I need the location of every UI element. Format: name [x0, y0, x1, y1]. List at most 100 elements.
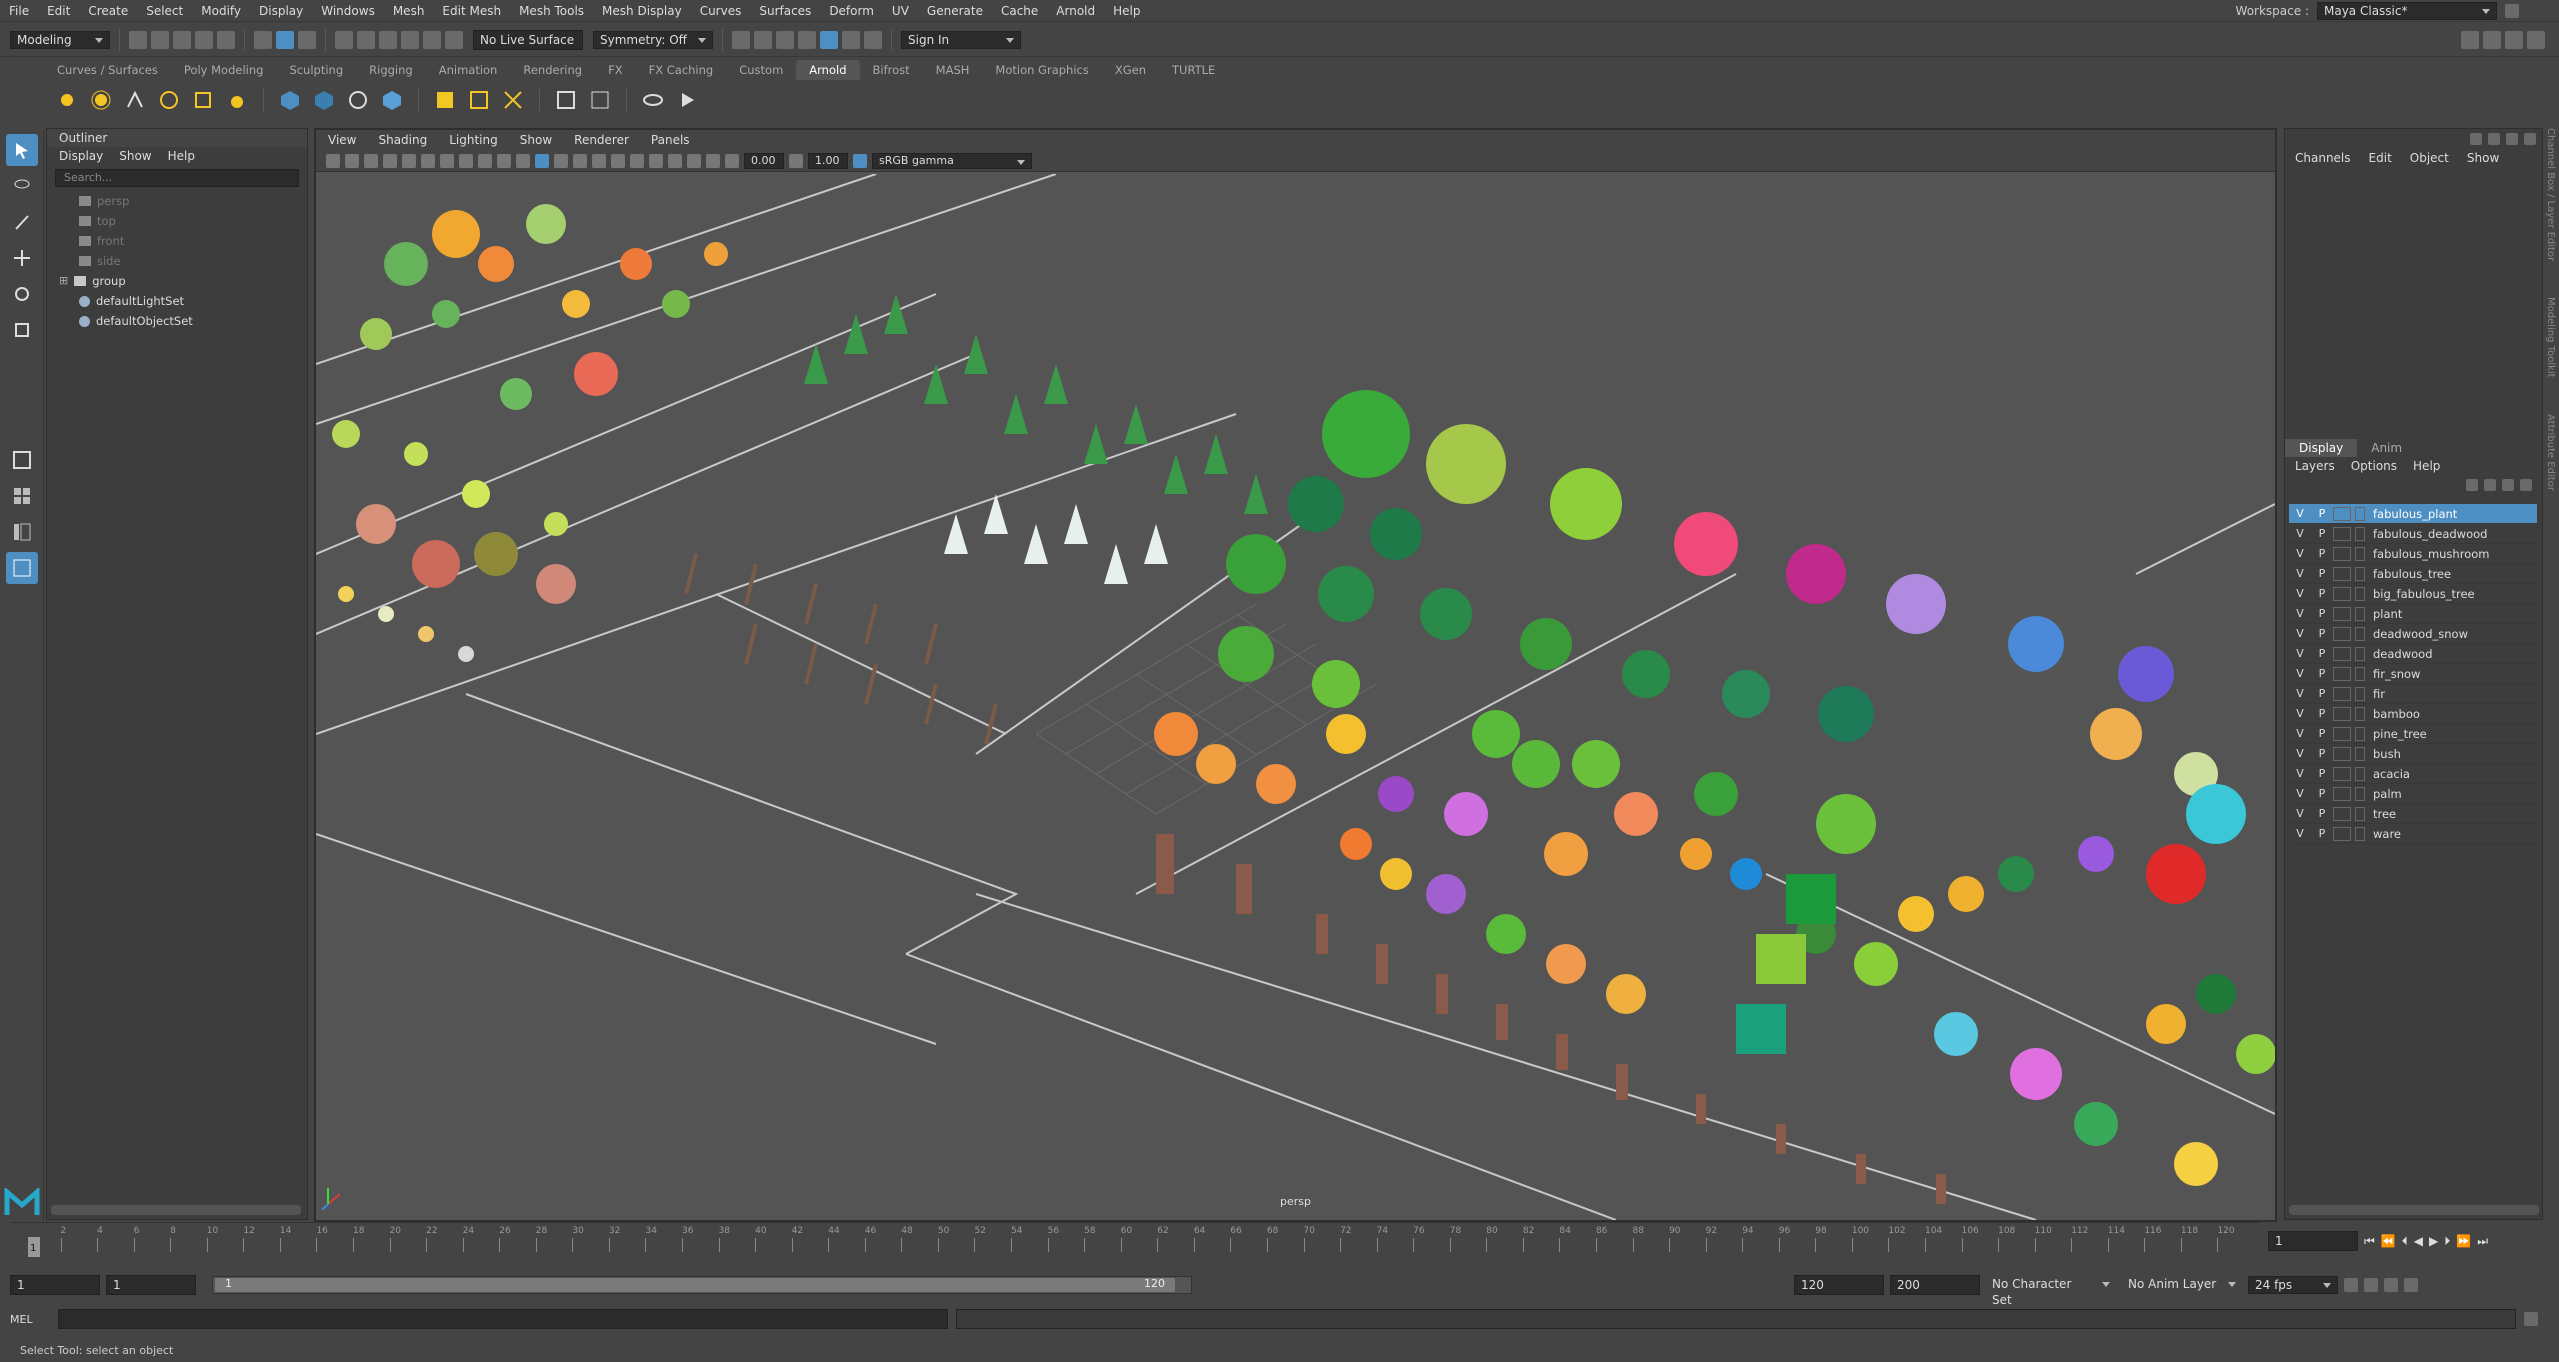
scene-canvas[interactable]	[316, 174, 2275, 1220]
smooth-shade-icon[interactable]	[535, 153, 549, 168]
ipr-render-icon[interactable]	[776, 30, 794, 49]
arnold-render-icon[interactable]	[820, 30, 838, 49]
layer-menu-help[interactable]: Help	[2413, 459, 2440, 473]
layer-tab-anim[interactable]: Anim	[2357, 439, 2416, 457]
standin-icon[interactable]	[277, 87, 303, 113]
menu-windows[interactable]: Windows	[312, 0, 384, 22]
layer-type-swatch[interactable]	[2355, 546, 2365, 561]
lights-icon[interactable]	[573, 153, 587, 168]
layer-menu-options[interactable]: Options	[2351, 459, 2397, 473]
ambient-occlusion-icon[interactable]	[611, 153, 625, 168]
outliner-layout-icon[interactable]	[6, 552, 38, 584]
layer-visibility-toggle[interactable]: V	[2289, 587, 2311, 600]
layer-row[interactable]: V Pfabulous_mushroom	[2289, 544, 2537, 564]
layer-playback-toggle[interactable]: P	[2311, 687, 2333, 700]
layer-visibility-toggle[interactable]: V	[2289, 807, 2311, 820]
outliner-menu-display[interactable]: Display	[59, 147, 103, 165]
layer-row[interactable]: V Pware	[2289, 824, 2537, 844]
outliner-menu-help[interactable]: Help	[168, 147, 195, 165]
flush-texture-icon[interactable]	[432, 87, 458, 113]
menu-file[interactable]: File	[0, 0, 38, 22]
license-manager-icon[interactable]	[587, 87, 613, 113]
layer-visibility-toggle[interactable]: V	[2289, 707, 2311, 720]
layer-row[interactable]: V Pfabulous_tree	[2289, 564, 2537, 584]
viewport-menu-shading[interactable]: Shading	[378, 130, 427, 150]
range-bar[interactable]: 1 120	[212, 1276, 1192, 1294]
channelbox-menu-channels[interactable]: Channels	[2295, 151, 2351, 165]
audio-icon[interactable]	[2364, 1278, 2378, 1292]
move-layer-up-icon[interactable]	[2466, 479, 2478, 491]
layer-type-swatch[interactable]	[2355, 666, 2365, 681]
exposure-icon[interactable]	[725, 153, 739, 168]
layer-visibility-toggle[interactable]: V	[2289, 547, 2311, 560]
layer-row[interactable]: V Pfir	[2289, 684, 2537, 704]
layer-color-swatch[interactable]	[2333, 646, 2351, 661]
outliner-search-input[interactable]: Search...	[55, 169, 299, 187]
layer-type-swatch[interactable]	[2355, 686, 2365, 701]
sign-in-button[interactable]: Sign In	[901, 30, 1021, 49]
render-frame-icon[interactable]	[754, 30, 772, 49]
outliner-node[interactable]: front	[47, 231, 307, 251]
layer-type-swatch[interactable]	[2355, 506, 2365, 521]
layer-row[interactable]: V Pfir_snow	[2289, 664, 2537, 684]
layer-row[interactable]: V Pbush	[2289, 744, 2537, 764]
shelf-tab-fx[interactable]: FX	[595, 60, 636, 80]
layer-visibility-toggle[interactable]: V	[2289, 767, 2311, 780]
render-settings-icon[interactable]	[798, 30, 816, 49]
snap-grid-icon[interactable]	[335, 30, 353, 49]
playback-end-field[interactable]: 120	[1794, 1275, 1884, 1295]
side-tab[interactable]: Channel Box / Layer Editor	[2545, 128, 2556, 261]
isolate-select-icon[interactable]	[668, 153, 682, 168]
layer-row[interactable]: V Ptree	[2289, 804, 2537, 824]
layer-type-swatch[interactable]	[2355, 826, 2365, 841]
lasso-tool-icon[interactable]	[6, 170, 38, 202]
layer-type-swatch[interactable]	[2355, 726, 2365, 741]
outliner-node[interactable]: side	[47, 251, 307, 271]
menu-help[interactable]: Help	[1104, 0, 1149, 22]
save-scene-icon[interactable]	[173, 30, 191, 49]
layer-row[interactable]: V Pdeadwood_snow	[2289, 624, 2537, 644]
snap-point-icon[interactable]	[379, 30, 397, 49]
layer-row[interactable]: V Pdeadwood	[2289, 644, 2537, 664]
fps-dropdown[interactable]: 24 fps	[2248, 1276, 2338, 1294]
go-to-start-icon[interactable]: ⏮	[2364, 1234, 2375, 1249]
layer-type-swatch[interactable]	[2355, 626, 2365, 641]
layer-row[interactable]: V Ppalm	[2289, 784, 2537, 804]
workspace-lock-icon[interactable]	[2505, 4, 2519, 18]
shelf-tab-sculpting[interactable]: Sculpting	[276, 60, 356, 80]
start-time-field[interactable]: 1	[10, 1275, 100, 1295]
layer-color-swatch[interactable]	[2333, 526, 2351, 541]
color-management-icon[interactable]	[853, 153, 867, 168]
channelbox-menu-show[interactable]: Show	[2467, 151, 2499, 165]
layer-playback-toggle[interactable]: P	[2311, 647, 2333, 660]
scene-view[interactable]: persp	[316, 174, 2275, 1220]
layer-color-swatch[interactable]	[2333, 786, 2351, 801]
new-empty-layer-icon[interactable]	[2502, 479, 2514, 491]
viewport-menu-show[interactable]: Show	[520, 130, 552, 150]
play-back-icon[interactable]: ◀	[2414, 1234, 2423, 1248]
layer-playback-toggle[interactable]: P	[2311, 727, 2333, 740]
shelf-tab-rigging[interactable]: Rigging	[356, 60, 426, 80]
mesh-light-icon[interactable]	[122, 87, 148, 113]
menu-set-dropdown[interactable]: Modeling	[10, 30, 110, 49]
image-plane-icon[interactable]	[383, 153, 397, 168]
speed-icon[interactable]	[2488, 133, 2500, 145]
layer-color-swatch[interactable]	[2333, 766, 2351, 781]
paint-select-icon[interactable]	[6, 206, 38, 238]
anim-layer-dropdown[interactable]: No Anim Layer	[2122, 1276, 2242, 1294]
gamma-icon[interactable]	[789, 153, 803, 168]
symmetry-dropdown[interactable]: Symmetry: Off	[593, 30, 713, 49]
script-editor-icon[interactable]	[2524, 1312, 2538, 1326]
menu-uv[interactable]: UV	[883, 0, 918, 22]
layer-row[interactable]: V Pacacia	[2289, 764, 2537, 784]
time-slider[interactable]: 2 4 6 8 10 12 14 16 18 20 22 24 26 28 30 32 34 36 38 40 42 44…	[10, 1222, 2260, 1258]
layer-type-swatch[interactable]	[2355, 646, 2365, 661]
select-object-icon[interactable]	[276, 30, 294, 49]
snap-view-icon[interactable]	[401, 30, 419, 49]
anim-prefs-icon[interactable]	[2404, 1278, 2418, 1292]
playback-start-field[interactable]: 1	[106, 1275, 196, 1295]
antialias-icon[interactable]	[649, 153, 663, 168]
textured-icon[interactable]	[554, 153, 568, 168]
layer-color-swatch[interactable]	[2333, 546, 2351, 561]
side-tab[interactable]: Attribute Editor	[2545, 414, 2556, 491]
